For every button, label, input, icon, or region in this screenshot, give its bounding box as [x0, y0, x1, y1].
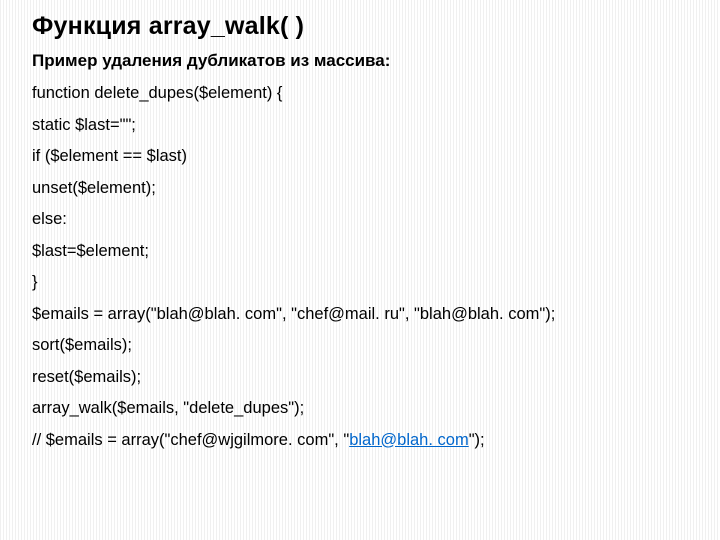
- code-line-10: reset($emails);: [32, 369, 692, 386]
- slide-subtitle: Пример удаления дубликатов из массива:: [32, 51, 692, 71]
- code-text-prefix: // $emails = array("chef@wjgilmore. com"…: [32, 431, 349, 449]
- code-line-9: sort($emails);: [32, 337, 692, 354]
- code-line-1: function delete_dupes($element) {: [32, 85, 692, 102]
- code-line-2: static $last="";: [32, 117, 692, 134]
- code-line-3: if ($element == $last): [32, 148, 692, 165]
- code-line-7: }: [32, 274, 692, 291]
- code-line-12: // $emails = array("chef@wjgilmore. com"…: [32, 432, 692, 449]
- code-line-5: else:: [32, 211, 692, 228]
- code-line-8: $emails = array("blah@blah. com", "chef@…: [32, 306, 692, 323]
- code-line-4: unset($element);: [32, 180, 692, 197]
- slide-title: Функция array_walk( ): [32, 12, 692, 41]
- code-line-6: $last=$element;: [32, 243, 692, 260]
- email-link[interactable]: blah@blah. com: [349, 431, 468, 449]
- code-text-suffix: ");: [469, 431, 485, 449]
- code-line-11: array_walk($emails, "delete_dupes");: [32, 400, 692, 417]
